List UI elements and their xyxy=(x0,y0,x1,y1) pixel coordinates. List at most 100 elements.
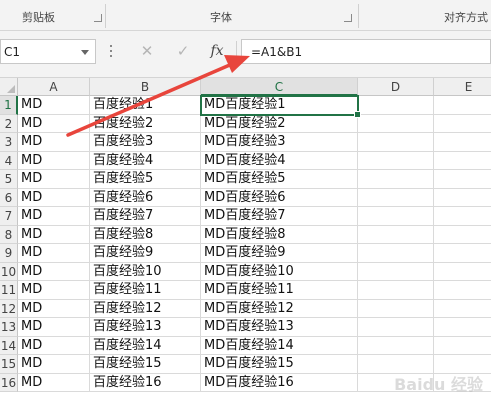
row-header[interactable]: 5 xyxy=(0,170,18,189)
cell-a[interactable]: MD xyxy=(18,225,90,244)
cell-d[interactable] xyxy=(358,262,434,281)
cell-c[interactable]: MD百度经验7 xyxy=(201,207,358,226)
cell-a[interactable]: MD xyxy=(18,170,90,189)
cell-c[interactable]: MD百度经验10 xyxy=(201,262,358,281)
cell-e[interactable] xyxy=(434,189,491,207)
cell-e[interactable] xyxy=(434,226,491,244)
cell-e[interactable] xyxy=(434,170,491,189)
cell-a[interactable]: MD xyxy=(18,373,90,392)
column-header-d[interactable]: D xyxy=(358,78,434,96)
column-header-b[interactable]: B xyxy=(90,78,201,96)
cell-a[interactable]: MD xyxy=(18,188,90,207)
cell-e[interactable] xyxy=(434,115,491,133)
cell-a[interactable]: MD xyxy=(18,244,90,263)
cell-b[interactable]: 百度经验5 xyxy=(90,170,201,189)
cell-d[interactable] xyxy=(358,96,434,115)
cell-a[interactable]: MD xyxy=(18,96,90,115)
cell-b[interactable]: 百度经验16 xyxy=(90,373,201,392)
cell-d[interactable] xyxy=(358,188,434,207)
cell-a[interactable]: MD xyxy=(18,114,90,133)
row-header[interactable]: 13 xyxy=(0,318,18,337)
cell-e[interactable] xyxy=(434,152,491,170)
cell-d[interactable] xyxy=(358,299,434,318)
cell-e[interactable] xyxy=(434,318,491,337)
row-header[interactable]: 7 xyxy=(0,207,18,226)
cell-c[interactable]: MD百度经验8 xyxy=(201,225,358,244)
cell-d[interactable] xyxy=(358,281,434,300)
cell-b[interactable]: 百度经验1 xyxy=(90,96,201,115)
formula-bar-grip-icon[interactable] xyxy=(110,45,113,60)
row-header[interactable]: 16 xyxy=(0,373,18,392)
formula-input[interactable]: =A1&B1 xyxy=(241,39,491,64)
row-header[interactable]: 14 xyxy=(0,336,18,355)
cell-d[interactable] xyxy=(358,114,434,133)
cell-c[interactable]: MD百度经验12 xyxy=(201,299,358,318)
cell-d[interactable] xyxy=(358,207,434,226)
chevron-down-icon[interactable] xyxy=(81,50,89,55)
row-header[interactable]: 2 xyxy=(0,114,18,133)
cell-b[interactable]: 百度经验9 xyxy=(90,244,201,263)
cell-a[interactable]: MD xyxy=(18,281,90,300)
cell-e[interactable] xyxy=(434,96,491,115)
cell-a[interactable]: MD xyxy=(18,151,90,170)
cell-b[interactable]: 百度经验2 xyxy=(90,114,201,133)
cell-c[interactable]: MD百度经验4 xyxy=(201,151,358,170)
row-header[interactable]: 9 xyxy=(0,244,18,263)
insert-function-icon[interactable]: fx xyxy=(207,41,227,61)
font-dialog-launcher-icon[interactable] xyxy=(344,14,352,22)
row-header[interactable]: 8 xyxy=(0,225,18,244)
column-header-c[interactable]: C xyxy=(201,78,358,96)
cell-c[interactable]: MD百度经验1 xyxy=(201,96,358,115)
cell-a[interactable]: MD xyxy=(18,262,90,281)
cell-c[interactable]: MD百度经验3 xyxy=(201,133,358,152)
enter-check-icon[interactable]: ✓ xyxy=(173,41,193,61)
cell-e[interactable] xyxy=(434,244,491,263)
select-all-corner[interactable] xyxy=(0,78,18,96)
cell-a[interactable]: MD xyxy=(18,318,90,337)
name-box[interactable]: C1 xyxy=(0,39,96,64)
cell-c[interactable]: MD百度经验6 xyxy=(201,188,358,207)
cell-c[interactable]: MD百度经验13 xyxy=(201,318,358,337)
cell-c[interactable]: MD百度经验15 xyxy=(201,355,358,374)
cell-b[interactable]: 百度经验8 xyxy=(90,225,201,244)
cell-e[interactable] xyxy=(434,337,491,355)
cell-b[interactable]: 百度经验15 xyxy=(90,355,201,374)
cell-c[interactable]: MD百度经验16 xyxy=(201,373,358,392)
cell-c[interactable]: MD百度经验14 xyxy=(201,336,358,355)
cell-b[interactable]: 百度经验4 xyxy=(90,151,201,170)
cell-d[interactable] xyxy=(358,151,434,170)
row-header[interactable]: 4 xyxy=(0,151,18,170)
cell-b[interactable]: 百度经验14 xyxy=(90,336,201,355)
cell-a[interactable]: MD xyxy=(18,355,90,374)
row-header[interactable]: 3 xyxy=(0,133,18,152)
cell-e[interactable] xyxy=(434,263,491,281)
cell-a[interactable]: MD xyxy=(18,207,90,226)
cell-b[interactable]: 百度经验13 xyxy=(90,318,201,337)
cell-a[interactable]: MD xyxy=(18,299,90,318)
cell-a[interactable]: MD xyxy=(18,133,90,152)
row-header[interactable]: 1 xyxy=(0,96,18,115)
cell-d[interactable] xyxy=(358,244,434,263)
cell-d[interactable] xyxy=(358,170,434,189)
row-header[interactable]: 15 xyxy=(0,355,18,374)
cell-c[interactable]: MD百度经验11 xyxy=(201,281,358,300)
row-header[interactable]: 12 xyxy=(0,299,18,318)
cell-b[interactable]: 百度经验6 xyxy=(90,188,201,207)
cell-d[interactable] xyxy=(358,318,434,337)
row-header[interactable]: 6 xyxy=(0,188,18,207)
cell-c[interactable]: MD百度经验9 xyxy=(201,244,358,263)
cell-a[interactable]: MD xyxy=(18,336,90,355)
cell-b[interactable]: 百度经验3 xyxy=(90,133,201,152)
row-header[interactable]: 11 xyxy=(0,281,18,300)
column-header-a[interactable]: A xyxy=(18,78,90,96)
clipboard-dialog-launcher-icon[interactable] xyxy=(94,14,102,22)
cell-c[interactable]: MD百度经验2 xyxy=(201,114,358,133)
spreadsheet-grid[interactable]: ABCDE 1 MD 百度经验1 MD百度经验1 2 MD 百度经验2 MD百度经验2 3 MD 百… xyxy=(0,78,491,401)
cell-b[interactable]: 百度经验7 xyxy=(90,207,201,226)
cell-e[interactable] xyxy=(434,207,491,226)
row-header[interactable]: 10 xyxy=(0,262,18,281)
cell-d[interactable] xyxy=(358,225,434,244)
cell-d[interactable] xyxy=(358,133,434,152)
cell-b[interactable]: 百度经验12 xyxy=(90,299,201,318)
cell-b[interactable]: 百度经验11 xyxy=(90,281,201,300)
